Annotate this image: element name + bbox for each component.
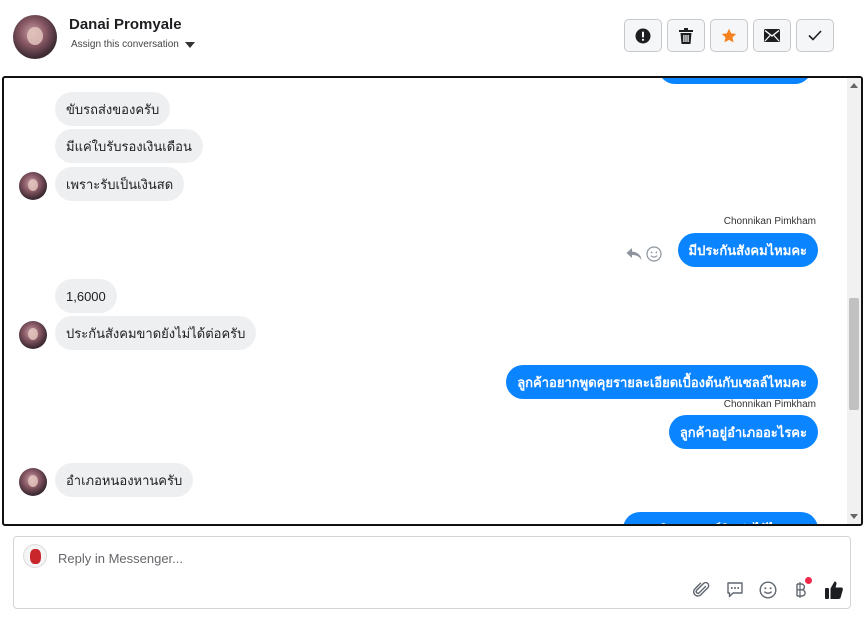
sender-name: Chonnikan Pimkham	[723, 399, 816, 410]
scroll-thumb[interactable]	[849, 298, 859, 410]
delete-button[interactable]	[667, 19, 705, 52]
page-avatar	[23, 544, 47, 568]
reply-composer	[13, 536, 851, 609]
message-bubble-incoming: 1,6000	[55, 279, 117, 313]
payment-button[interactable]	[790, 577, 812, 601]
assign-conversation-dropdown[interactable]: Assign this conversation	[71, 39, 195, 50]
message-bubble-incoming: มีแค่ใบรับรองเงินเดือน	[55, 129, 203, 163]
mark-done-button[interactable]	[796, 19, 834, 52]
conversation-actions	[624, 19, 834, 52]
message-hover-actions	[626, 246, 662, 262]
message-bubble-incoming: ขับรถส่งของครับ	[55, 92, 171, 126]
message-bubble-incoming: อำเภอหนองหานครับ	[55, 463, 194, 497]
message-bubble-outgoing: มีประกันสังคมไหมคะ	[677, 233, 818, 267]
scroll-down-arrow-icon[interactable]	[850, 514, 858, 519]
thumbs-up-icon	[825, 581, 843, 599]
paperclip-icon	[693, 581, 710, 597]
messenger-conversation-view: Danai Promyale Assign this conversation	[0, 0, 868, 625]
checkmark-icon	[808, 30, 822, 41]
conversation-header: Danai Promyale Assign this conversation	[0, 0, 868, 76]
message-bubble-partial	[658, 78, 812, 84]
star-icon	[721, 28, 737, 42]
react-emoji-icon[interactable]	[646, 246, 662, 262]
exclamation-circle-icon	[635, 28, 651, 43]
attach-file-button[interactable]	[691, 579, 713, 601]
saved-replies-button[interactable]	[724, 579, 746, 601]
reply-input[interactable]	[58, 548, 658, 568]
contact-avatar-small	[19, 172, 47, 200]
caret-down-icon	[184, 41, 195, 48]
baht-payment-icon	[796, 582, 806, 598]
assign-label: Assign this conversation	[71, 39, 179, 50]
contact-name[interactable]: Danai Promyale	[69, 16, 182, 33]
message-bubble-outgoing: ลูกค้าอยากพูดคุยรายละเอียดเบื้องต้นกับเซ…	[506, 365, 818, 399]
envelope-icon	[764, 29, 780, 42]
message-bubble-incoming: เพราะรับเป็นเงินสด	[55, 167, 185, 201]
message-bubble-incoming: ประกันสังคมขาดยังไม่ได้ต่อครับ	[55, 316, 257, 350]
contact-avatar-small	[19, 468, 47, 496]
reply-icon[interactable]	[626, 247, 642, 261]
emoji-button[interactable]	[757, 579, 779, 601]
message-thread[interactable]: ขับรถส่งของครับ มีแค่ใบรับรองเงินเดือน เ…	[2, 76, 863, 526]
emoji-icon	[759, 581, 777, 599]
star-button[interactable]	[710, 19, 748, 52]
mark-spam-button[interactable]	[624, 19, 662, 52]
scroll-up-arrow-icon[interactable]	[850, 83, 858, 88]
contact-avatar[interactable]	[13, 15, 57, 59]
message-bubble-outgoing: แอดมินขอเบอร์ติดต่อไว้ไหมคะ	[623, 512, 818, 524]
send-like-button[interactable]	[823, 579, 845, 601]
saved-reply-icon	[727, 582, 743, 598]
contact-avatar-small	[19, 321, 47, 349]
message-bubble-outgoing: ลูกค้าอยู่อำเภออะไรคะ	[668, 415, 818, 449]
notification-dot	[805, 577, 812, 584]
composer-tools	[691, 577, 845, 601]
sender-name: Chonnikan Pimkham	[723, 216, 816, 227]
mark-unread-button[interactable]	[753, 19, 791, 52]
thread-scrollbar[interactable]	[847, 78, 861, 524]
trash-icon	[679, 27, 693, 44]
